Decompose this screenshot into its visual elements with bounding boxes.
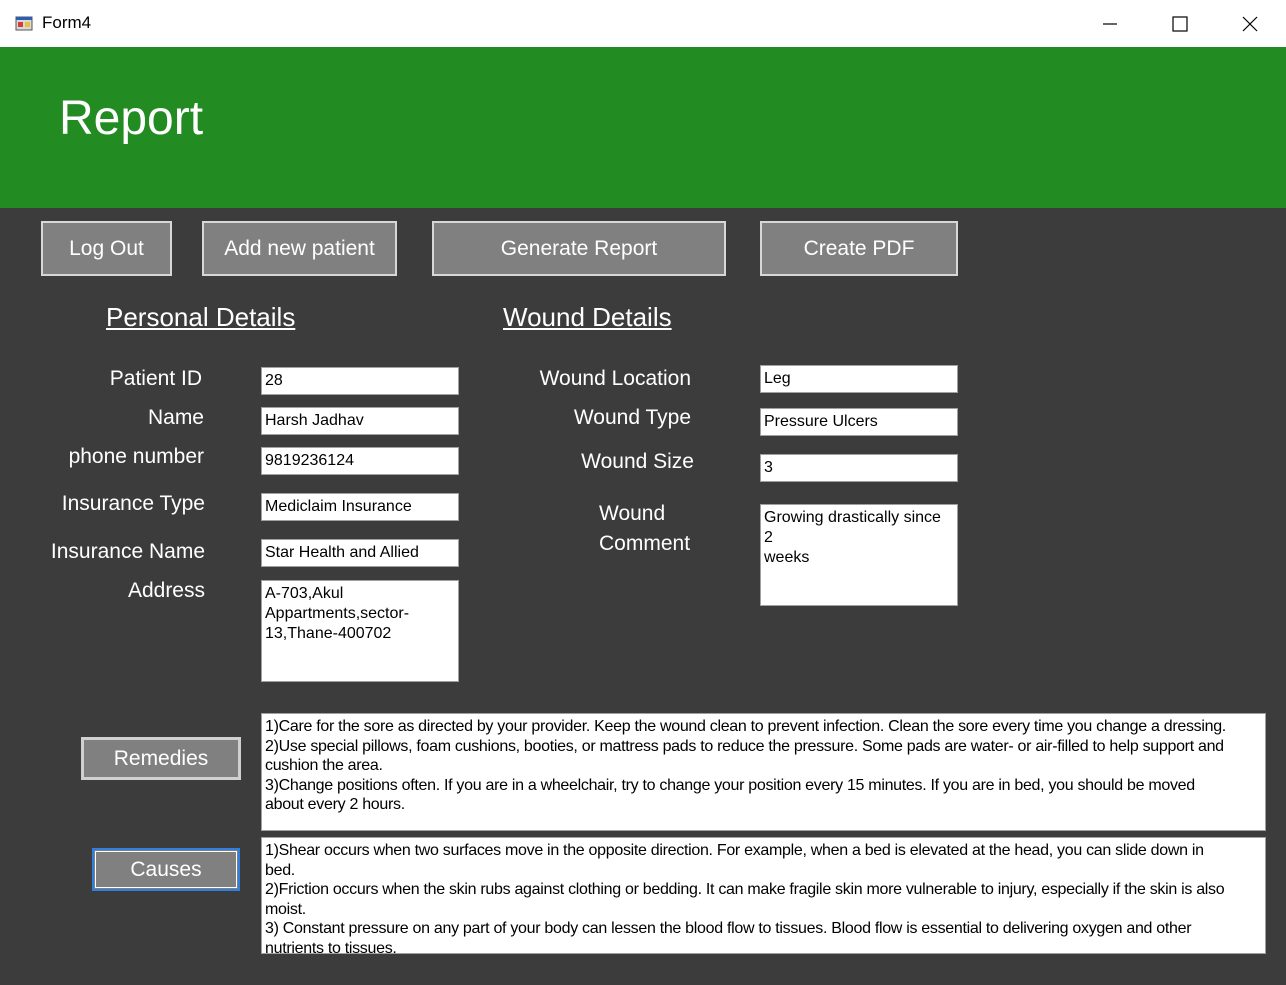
wound-type-field[interactable]: Pressure Ulcers	[760, 408, 958, 436]
causes-button[interactable]: Causes	[92, 848, 240, 891]
generate-report-button[interactable]: Generate Report	[432, 221, 726, 276]
maximize-icon	[1172, 16, 1188, 32]
window-titlebar: Form4	[0, 0, 1286, 48]
remedies-textbox[interactable]: 1)Care for the sore as directed by your …	[261, 713, 1266, 831]
wound-type-label: Wound Type	[573, 406, 691, 429]
name-field[interactable]: Harsh Jadhav	[261, 407, 459, 435]
minimize-button[interactable]	[1075, 0, 1145, 47]
address-label: Address	[127, 579, 205, 602]
phone-number-field[interactable]: 9819236124	[261, 447, 459, 475]
window-title: Form4	[42, 13, 92, 32]
wound-comment-label-line1: Wound	[599, 502, 666, 525]
insurance-type-field[interactable]: Mediclaim Insurance	[261, 493, 459, 521]
page-title: Report	[59, 92, 204, 145]
create-pdf-button[interactable]: Create PDF	[760, 221, 958, 276]
insurance-name-label: Insurance Name	[50, 540, 205, 563]
wound-comment-field[interactable]: Growing drastically since 2 weeks	[760, 504, 958, 606]
logout-button[interactable]: Log Out	[41, 221, 172, 276]
wound-details-heading: Wound Details	[503, 302, 672, 332]
address-field[interactable]: A-703,Akul Appartments,sector- 13,Thane-…	[261, 580, 459, 682]
wound-size-label: Wound Size	[581, 450, 694, 473]
insurance-name-field[interactable]: Star Health and Allied	[261, 539, 459, 567]
phone-number-label: phone number	[68, 445, 204, 468]
wound-location-field[interactable]: Leg	[760, 365, 958, 393]
close-button[interactable]	[1215, 0, 1285, 47]
name-label: Name	[147, 406, 204, 429]
personal-details-heading: Personal Details	[106, 302, 296, 332]
close-icon	[1242, 16, 1258, 32]
patient-id-label: Patient ID	[109, 367, 202, 390]
remedies-button[interactable]: Remedies	[81, 737, 241, 780]
causes-textbox[interactable]: 1)Shear occurs when two surfaces move in…	[261, 837, 1266, 954]
maximize-button[interactable]	[1145, 0, 1215, 47]
add-new-patient-button[interactable]: Add new patient	[202, 221, 397, 276]
insurance-type-label: Insurance Type	[61, 492, 205, 515]
patient-id-field[interactable]: 28	[261, 367, 459, 395]
wound-comment-label-line2: Comment	[599, 532, 691, 555]
wound-location-label: Wound Location	[539, 367, 691, 390]
minimize-icon	[1103, 23, 1117, 25]
wound-size-field[interactable]: 3	[760, 454, 958, 482]
header-banner: Report	[0, 47, 1286, 208]
app-icon	[15, 16, 33, 31]
